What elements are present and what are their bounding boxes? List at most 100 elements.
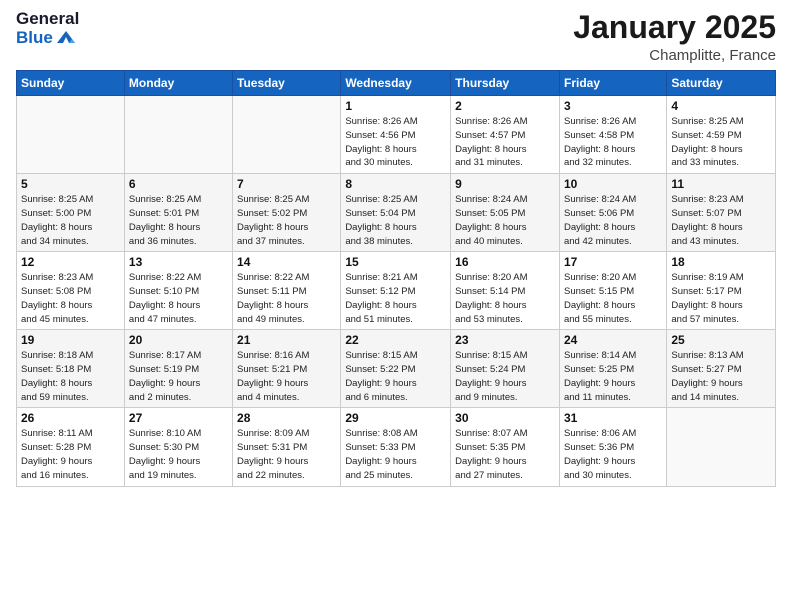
day-number: 15 bbox=[345, 255, 446, 269]
calendar-cell: 17Sunrise: 8:20 AMSunset: 5:15 PMDayligh… bbox=[559, 252, 666, 330]
day-info: Sunrise: 8:25 AMSunset: 5:00 PMDaylight:… bbox=[21, 193, 120, 248]
calendar-week-2: 12 Sunrise: 8:23 AMSunset: 5:08 PMDayligh… bbox=[17, 252, 776, 330]
day-info: Sunrise: 8:22 AMSunset: 5:10 PMDaylight:… bbox=[129, 271, 228, 326]
day-number: 22 bbox=[345, 333, 446, 347]
day-info: Sunrise: 8:21 AMSunset: 5:12 PMDaylight:… bbox=[345, 271, 446, 326]
calendar-week-1: 5 Sunrise: 8:25 AMSunset: 5:00 PMDaylight… bbox=[17, 174, 776, 252]
day-info: Sunrise: 8:09 AMSunset: 5:31 PMDaylight:… bbox=[237, 427, 336, 482]
calendar-cell: 9 Sunrise: 8:24 AMSunset: 5:05 PMDaylight… bbox=[451, 174, 560, 252]
day-number: 12 bbox=[21, 255, 120, 269]
day-number: 11 bbox=[671, 177, 771, 191]
day-number: 17 bbox=[564, 255, 662, 269]
col-header-sunday: Sunday bbox=[17, 71, 125, 96]
day-number: 27 bbox=[129, 411, 228, 425]
calendar-cell: 29 Sunrise: 8:08 AMSunset: 5:33 PMDayligh… bbox=[341, 408, 451, 486]
calendar-cell: 1 Sunrise: 8:26 AMSunset: 4:56 PMDaylight… bbox=[341, 96, 451, 174]
day-number: 24 bbox=[564, 333, 662, 347]
calendar-cell: 8 Sunrise: 8:25 AMSunset: 5:04 PMDaylight… bbox=[341, 174, 451, 252]
day-number: 14 bbox=[237, 255, 336, 269]
calendar-cell: 30 Sunrise: 8:07 AMSunset: 5:35 PMDayligh… bbox=[451, 408, 560, 486]
day-info: Sunrise: 8:16 AMSunset: 5:21 PMDaylight:… bbox=[237, 349, 336, 404]
day-info: Sunrise: 8:24 AMSunset: 5:06 PMDaylight:… bbox=[564, 193, 662, 248]
day-number: 18 bbox=[671, 255, 771, 269]
day-number: 1 bbox=[345, 99, 446, 113]
col-header-tuesday: Tuesday bbox=[233, 71, 341, 96]
calendar-cell: 24 Sunrise: 8:14 AMSunset: 5:25 PMDayligh… bbox=[559, 330, 666, 408]
day-info: Sunrise: 8:20 AMSunset: 5:14 PMDaylight:… bbox=[455, 271, 555, 326]
calendar-cell bbox=[233, 96, 341, 174]
calendar-cell: 19Sunrise: 8:18 AMSunset: 5:18 PMDayligh… bbox=[17, 330, 125, 408]
day-number: 16 bbox=[455, 255, 555, 269]
calendar-cell: 21 Sunrise: 8:16 AMSunset: 5:21 PMDayligh… bbox=[233, 330, 341, 408]
calendar-cell: 16 Sunrise: 8:20 AMSunset: 5:14 PMDayligh… bbox=[451, 252, 560, 330]
location-title: Champlitte, France bbox=[573, 47, 776, 64]
header: General Blue January 2025 Champlitte, Fr… bbox=[16, 10, 776, 64]
page: General Blue January 2025 Champlitte, Fr… bbox=[0, 0, 792, 612]
day-number: 26 bbox=[21, 411, 120, 425]
day-info: Sunrise: 8:13 AMSunset: 5:27 PMDaylight:… bbox=[671, 349, 771, 404]
day-number: 30 bbox=[455, 411, 555, 425]
col-header-saturday: Saturday bbox=[667, 71, 776, 96]
calendar-cell: 10 Sunrise: 8:24 AMSunset: 5:06 PMDayligh… bbox=[559, 174, 666, 252]
col-header-thursday: Thursday bbox=[451, 71, 560, 96]
day-number: 25 bbox=[671, 333, 771, 347]
calendar-cell: 31Sunrise: 8:06 AMSunset: 5:36 PMDayligh… bbox=[559, 408, 666, 486]
calendar-table: SundayMondayTuesdayWednesdayThursdayFrid… bbox=[16, 70, 776, 486]
day-info: Sunrise: 8:14 AMSunset: 5:25 PMDaylight:… bbox=[564, 349, 662, 404]
day-info: Sunrise: 8:24 AMSunset: 5:05 PMDaylight:… bbox=[455, 193, 555, 248]
col-header-monday: Monday bbox=[124, 71, 232, 96]
day-info: Sunrise: 8:11 AMSunset: 5:28 PMDaylight:… bbox=[21, 427, 120, 482]
day-number: 2 bbox=[455, 99, 555, 113]
day-info: Sunrise: 8:18 AMSunset: 5:18 PMDaylight:… bbox=[21, 349, 120, 404]
calendar-cell: 18Sunrise: 8:19 AMSunset: 5:17 PMDayligh… bbox=[667, 252, 776, 330]
day-info: Sunrise: 8:15 AMSunset: 5:24 PMDaylight:… bbox=[455, 349, 555, 404]
calendar-header-row: SundayMondayTuesdayWednesdayThursdayFrid… bbox=[17, 71, 776, 96]
day-info: Sunrise: 8:26 AMSunset: 4:56 PMDaylight:… bbox=[345, 115, 446, 170]
calendar-cell: 6Sunrise: 8:25 AMSunset: 5:01 PMDaylight… bbox=[124, 174, 232, 252]
col-header-friday: Friday bbox=[559, 71, 666, 96]
calendar-cell bbox=[124, 96, 232, 174]
logo: General Blue bbox=[16, 10, 79, 48]
day-info: Sunrise: 8:25 AMSunset: 5:01 PMDaylight:… bbox=[129, 193, 228, 248]
day-info: Sunrise: 8:17 AMSunset: 5:19 PMDaylight:… bbox=[129, 349, 228, 404]
day-number: 31 bbox=[564, 411, 662, 425]
day-info: Sunrise: 8:25 AMSunset: 5:04 PMDaylight:… bbox=[345, 193, 446, 248]
day-number: 13 bbox=[129, 255, 228, 269]
calendar-cell: 13 Sunrise: 8:22 AMSunset: 5:10 PMDayligh… bbox=[124, 252, 232, 330]
day-number: 10 bbox=[564, 177, 662, 191]
calendar-cell: 23 Sunrise: 8:15 AMSunset: 5:24 PMDayligh… bbox=[451, 330, 560, 408]
day-number: 3 bbox=[564, 99, 662, 113]
month-title: January 2025 bbox=[573, 10, 776, 45]
day-info: Sunrise: 8:25 AMSunset: 5:02 PMDaylight:… bbox=[237, 193, 336, 248]
calendar-cell: 15 Sunrise: 8:21 AMSunset: 5:12 PMDayligh… bbox=[341, 252, 451, 330]
day-info: Sunrise: 8:26 AMSunset: 4:57 PMDaylight:… bbox=[455, 115, 555, 170]
calendar-cell: 22 Sunrise: 8:15 AMSunset: 5:22 PMDayligh… bbox=[341, 330, 451, 408]
day-info: Sunrise: 8:08 AMSunset: 5:33 PMDaylight:… bbox=[345, 427, 446, 482]
logo-general: General bbox=[16, 10, 79, 29]
day-number: 9 bbox=[455, 177, 555, 191]
calendar-cell: 27Sunrise: 8:10 AMSunset: 5:30 PMDayligh… bbox=[124, 408, 232, 486]
calendar-cell: 12 Sunrise: 8:23 AMSunset: 5:08 PMDayligh… bbox=[17, 252, 125, 330]
day-info: Sunrise: 8:23 AMSunset: 5:08 PMDaylight:… bbox=[21, 271, 120, 326]
calendar-cell bbox=[17, 96, 125, 174]
logo-blue: Blue bbox=[16, 29, 53, 48]
col-header-wednesday: Wednesday bbox=[341, 71, 451, 96]
day-number: 8 bbox=[345, 177, 446, 191]
calendar-cell: 3 Sunrise: 8:26 AMSunset: 4:58 PMDaylight… bbox=[559, 96, 666, 174]
calendar-cell: 5 Sunrise: 8:25 AMSunset: 5:00 PMDaylight… bbox=[17, 174, 125, 252]
calendar-cell bbox=[667, 408, 776, 486]
day-info: Sunrise: 8:26 AMSunset: 4:58 PMDaylight:… bbox=[564, 115, 662, 170]
day-number: 7 bbox=[237, 177, 336, 191]
calendar-cell: 7 Sunrise: 8:25 AMSunset: 5:02 PMDaylight… bbox=[233, 174, 341, 252]
day-number: 21 bbox=[237, 333, 336, 347]
day-number: 29 bbox=[345, 411, 446, 425]
day-info: Sunrise: 8:22 AMSunset: 5:11 PMDaylight:… bbox=[237, 271, 336, 326]
day-info: Sunrise: 8:07 AMSunset: 5:35 PMDaylight:… bbox=[455, 427, 555, 482]
day-info: Sunrise: 8:15 AMSunset: 5:22 PMDaylight:… bbox=[345, 349, 446, 404]
day-number: 23 bbox=[455, 333, 555, 347]
calendar-cell: 20Sunrise: 8:17 AMSunset: 5:19 PMDayligh… bbox=[124, 330, 232, 408]
calendar-cell: 14 Sunrise: 8:22 AMSunset: 5:11 PMDayligh… bbox=[233, 252, 341, 330]
calendar-cell: 11Sunrise: 8:23 AMSunset: 5:07 PMDayligh… bbox=[667, 174, 776, 252]
day-number: 5 bbox=[21, 177, 120, 191]
calendar-cell: 26 Sunrise: 8:11 AMSunset: 5:28 PMDayligh… bbox=[17, 408, 125, 486]
